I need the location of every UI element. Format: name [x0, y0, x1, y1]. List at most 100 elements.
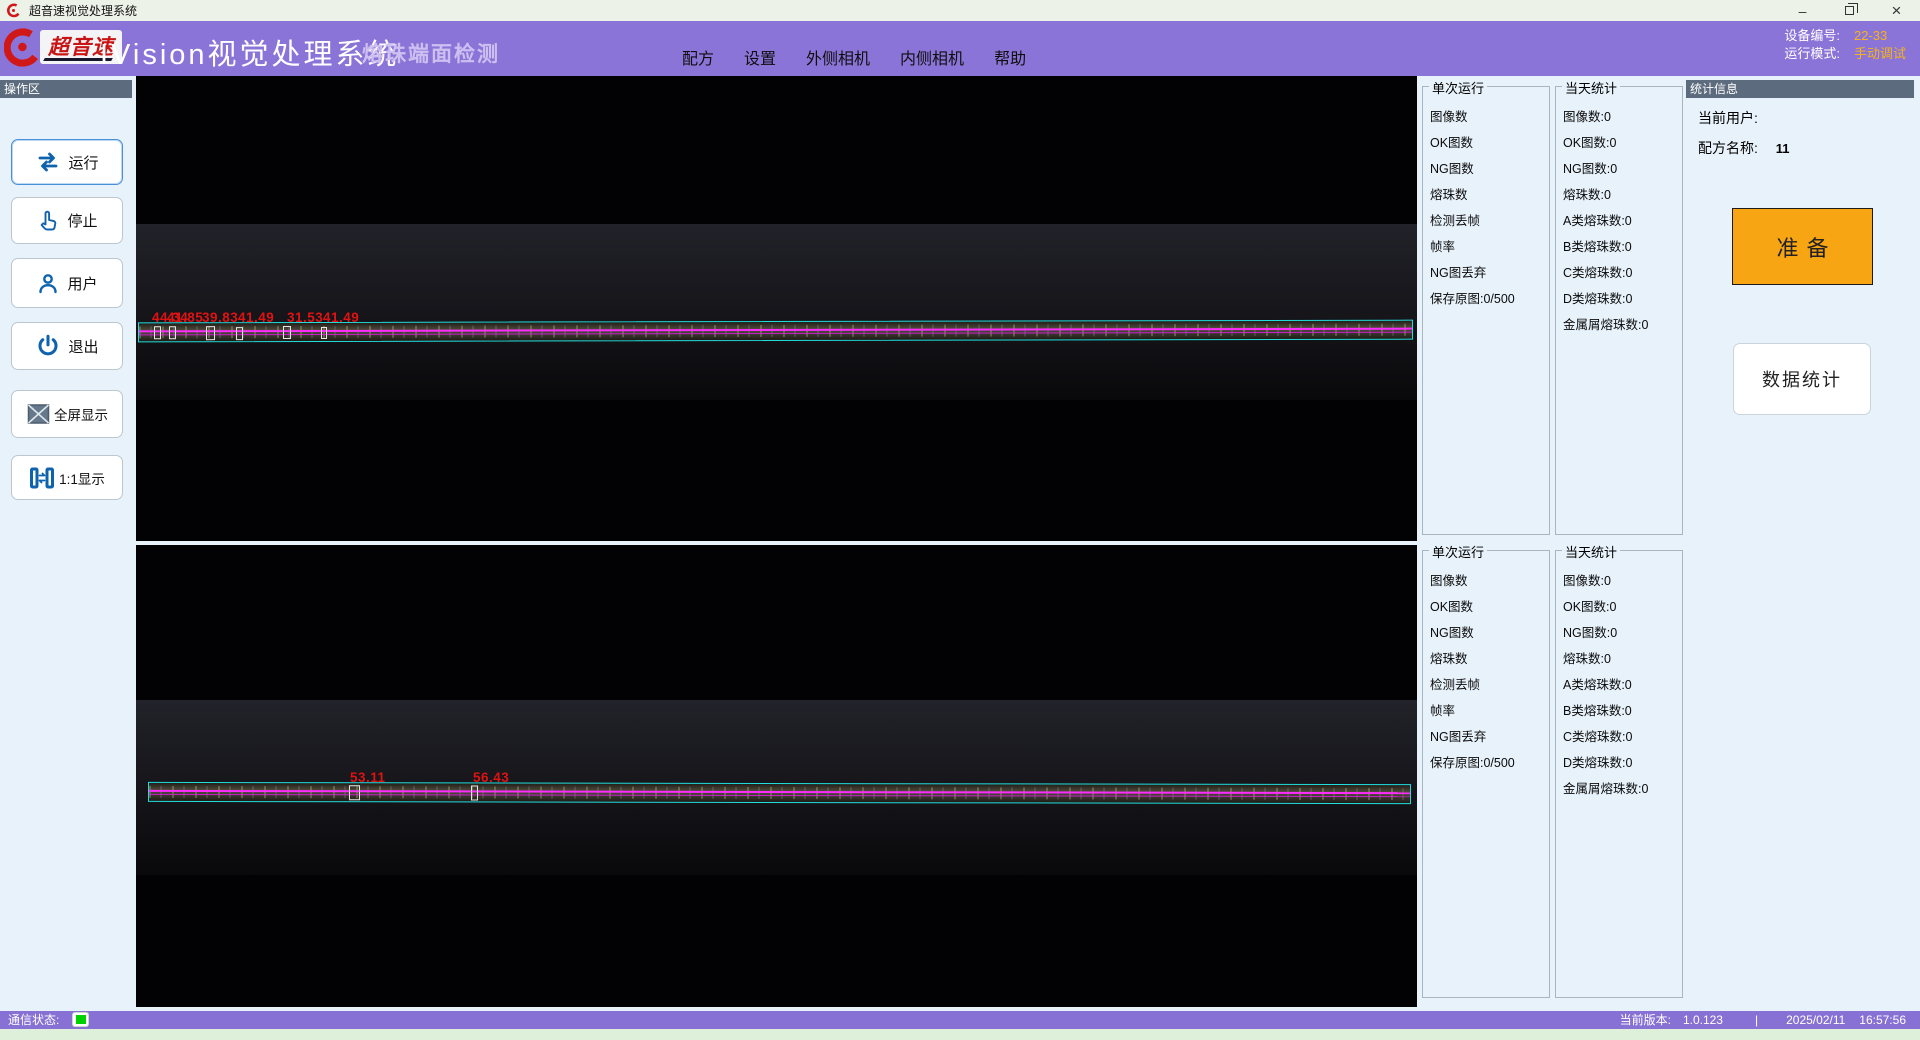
stat-row: 熔珠数 [1430, 182, 1549, 208]
stat-row: B类熔珠数:0 [1563, 234, 1682, 260]
swap-arrows-icon [35, 150, 61, 174]
stat-row: B类熔珠数:0 [1563, 698, 1682, 724]
defect-box [283, 326, 291, 339]
restore-button[interactable] [1826, 0, 1873, 21]
exit-button-label: 退出 [68, 336, 98, 357]
groupbox-title: 当天统计 [1562, 542, 1620, 561]
fullscreen-button[interactable]: 全屏显示 [11, 390, 123, 438]
stat-row: A类熔珠数:0 [1563, 672, 1682, 698]
stat-row: 图像数:0 [1563, 104, 1682, 130]
title-bar: 超音速视觉处理系统 – × [0, 0, 1920, 21]
defect-box [321, 327, 327, 339]
menu-inner-camera[interactable]: 内侧相机 [900, 45, 964, 69]
current-user-label: 当前用户: [1698, 110, 1758, 126]
stat-row: OK图数:0 [1563, 130, 1682, 156]
stat-row: C类熔珠数:0 [1563, 724, 1682, 750]
run-mode-label: 运行模式: [1784, 46, 1840, 61]
header-info: 设备编号:22-33 运行模式:手动调试 [1784, 27, 1906, 63]
stat-row: 熔珠数 [1430, 646, 1549, 672]
stat-row: 帧率 [1430, 698, 1549, 724]
app-title: IVision视觉处理系统 [100, 31, 400, 73]
hand-icon [36, 208, 60, 234]
menu-outer-camera[interactable]: 外侧相机 [806, 45, 870, 69]
menu-recipe[interactable]: 配方 [682, 45, 714, 69]
exit-button[interactable]: 退出 [11, 322, 123, 370]
stat-row: D类熔珠数:0 [1563, 286, 1682, 312]
fullscreen-button-label: 全屏显示 [54, 404, 108, 424]
groupbox-title: 单次运行 [1429, 542, 1487, 561]
weld-seam-detection [148, 782, 1411, 804]
stat-row: 金属屑熔珠数:0 [1563, 312, 1682, 338]
stat-row: 熔珠数:0 [1563, 646, 1682, 672]
info-panel-caption: 统计信息 [1686, 80, 1914, 98]
outer-camera-view: 44.34 41.85 39.83 41.49 31.53 41.49 [136, 76, 1417, 541]
status-bar: 通信状态: 当前版本: 1.0.123 | 2025/02/11 16:57:5… [0, 1011, 1920, 1029]
inner-camera-view: 53.11 56.43 [136, 545, 1417, 1007]
stat-row: 金属屑熔珠数:0 [1563, 776, 1682, 802]
device-id-value: 22-33 [1854, 28, 1887, 43]
groupbox-title: 单次运行 [1429, 78, 1487, 97]
stat-row: 图像数 [1430, 568, 1549, 594]
close-button[interactable]: × [1873, 0, 1920, 21]
defect-box [169, 326, 176, 339]
device-id-label: 设备编号: [1784, 28, 1840, 43]
menu-help[interactable]: 帮助 [994, 45, 1026, 69]
stat-row: NG图丢弃 [1430, 260, 1549, 286]
version-value: 1.0.123 [1683, 1011, 1723, 1029]
stat-row: 保存原图:0/500 [1430, 286, 1549, 312]
comm-status-indicator [72, 1012, 89, 1027]
statistics-column: 单次运行 图像数 OK图数 NG图数 熔珠数 检测丢帧 帧率 NG图丢弃 保存原… [1417, 76, 1686, 1011]
app-subtitle: 熔珠端面检测 [362, 38, 500, 68]
status-separator: | [1755, 1011, 1758, 1029]
stat-row: NG图数:0 [1563, 620, 1682, 646]
status-time: 16:57:56 [1859, 1011, 1906, 1029]
main-area: 操作区 运行 停止 用户 退出 [0, 76, 1920, 1011]
groupbox-title: 当天统计 [1562, 78, 1620, 97]
menu-settings[interactable]: 设置 [744, 45, 776, 69]
stat-row: 检测丢帧 [1430, 208, 1549, 234]
stat-row: NG图丢弃 [1430, 724, 1549, 750]
run-button-label: 运行 [68, 152, 98, 173]
daily-stats-groupbox-1: 当天统计 图像数:0 OK图数:0 NG图数:0 熔珠数:0 A类熔珠数:0 B… [1555, 86, 1683, 535]
user-button[interactable]: 用户 [11, 258, 123, 308]
stat-row: NG图数 [1430, 620, 1549, 646]
stat-row: NG图数:0 [1563, 156, 1682, 182]
stop-button-label: 停止 [67, 210, 97, 231]
fullscreen-icon [26, 403, 51, 425]
operation-sidebar: 操作区 运行 停止 用户 退出 [0, 76, 136, 1011]
bottom-strip [0, 1029, 1920, 1040]
data-statistics-button[interactable]: 数据统计 [1733, 343, 1871, 415]
status-bar-right: 当前版本: 1.0.123 | 2025/02/11 16:57:56 [1620, 1011, 1906, 1029]
restore-icon [1845, 6, 1854, 15]
brand-swoosh-icon [6, 3, 21, 18]
stat-row: 图像数 [1430, 104, 1549, 130]
stat-row: OK图数 [1430, 594, 1549, 620]
brand-swoosh-icon [4, 27, 38, 67]
sidebar-caption: 操作区 [0, 80, 132, 98]
power-icon [35, 333, 61, 359]
minimize-button[interactable]: – [1779, 0, 1826, 21]
comm-status-label: 通信状态: [8, 1011, 59, 1029]
stop-button[interactable]: 停止 [11, 197, 123, 244]
stat-row: OK图数 [1430, 130, 1549, 156]
defect-box [349, 785, 360, 800]
run-button[interactable]: 运行 [11, 139, 123, 185]
ready-button[interactable]: 准备 [1732, 208, 1873, 285]
one-to-one-icon [29, 466, 55, 490]
weld-seam-detection [138, 320, 1413, 343]
window-title: 超音速视觉处理系统 [29, 2, 137, 19]
version-label: 当前版本: [1620, 1011, 1671, 1029]
daily-stats-groupbox-2: 当天统计 图像数:0 OK图数:0 NG图数:0 熔珠数:0 A类熔珠数:0 B… [1555, 550, 1683, 998]
defect-box [236, 327, 243, 340]
single-run-groupbox-2: 单次运行 图像数 OK图数 NG图数 熔珠数 检测丢帧 帧率 NG图丢弃 保存原… [1422, 550, 1550, 998]
status-date: 2025/02/11 [1786, 1011, 1845, 1029]
recipe-name-value: 11 [1776, 141, 1790, 156]
defect-box [471, 785, 478, 800]
stat-row: 熔珠数:0 [1563, 182, 1682, 208]
app-header: 超音速 IVision视觉处理系统 熔珠端面检测 配方 设置 外侧相机 内侧相机… [0, 21, 1920, 76]
single-run-groupbox-1: 单次运行 图像数 OK图数 NG图数 熔珠数 检测丢帧 帧率 NG图丢弃 保存原… [1422, 86, 1550, 535]
user-button-label: 用户 [67, 273, 97, 294]
stat-row: 帧率 [1430, 234, 1549, 260]
menu-bar: 配方 设置 外侧相机 内侧相机 帮助 [682, 21, 1056, 76]
one-to-one-button[interactable]: 1:1显示 [11, 455, 123, 500]
